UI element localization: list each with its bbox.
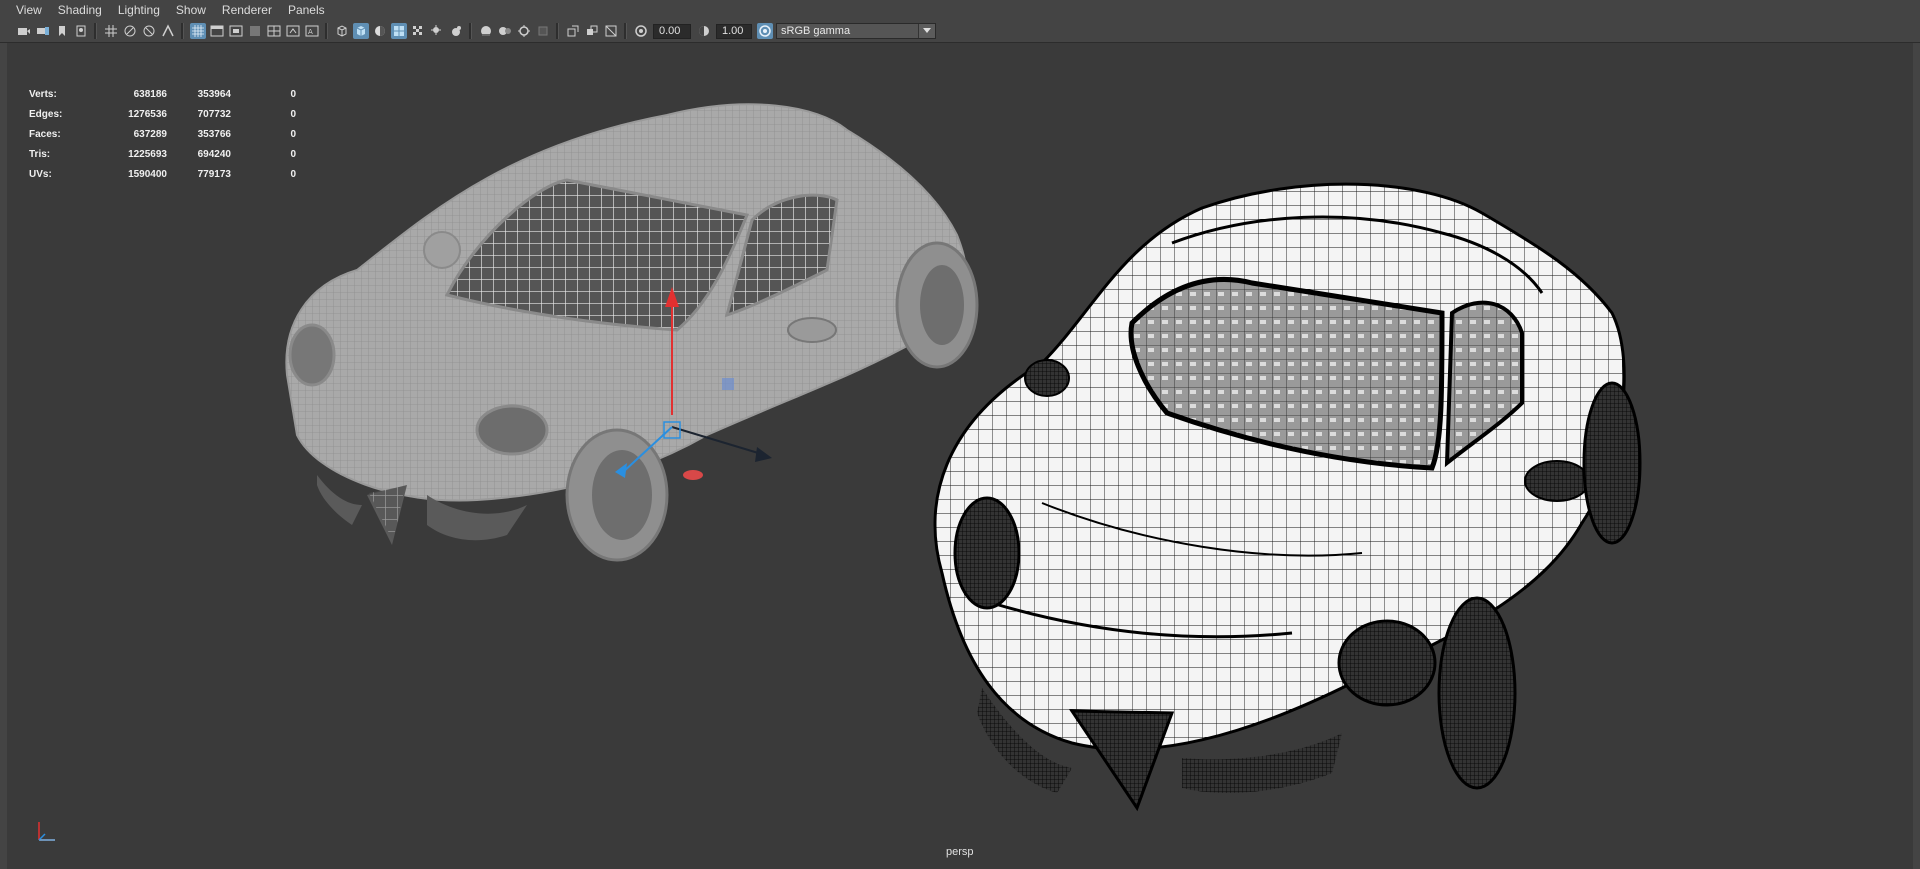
hud-row: Faces: 637289 353766 0 [29,124,296,144]
hud-row: Verts: 638186 353964 0 [29,84,296,104]
hud-value-scene: 638186 [133,88,167,100]
wireframe-icon[interactable] [334,23,350,39]
field-chart-2-icon[interactable] [266,23,282,39]
screen-space-ao-icon[interactable] [448,23,464,39]
textured-icon[interactable] [390,23,407,39]
image-plane-icon[interactable] [73,23,89,39]
chevron-down-icon [918,24,935,38]
menu-shading[interactable]: Shading [50,0,110,20]
toolbar-separator [181,23,184,39]
anti-aliasing-icon[interactable] [497,23,513,39]
menu-view[interactable]: View [0,0,50,20]
exposure-icon[interactable] [633,23,649,39]
use-lights-icon[interactable] [410,23,426,39]
hud-value-scene: 1276536 [128,108,167,120]
toolbar-separator [624,23,627,39]
hud-label: Edges: [29,108,63,120]
view-axis-icon [38,822,55,841]
resolution-gate-icon[interactable] [141,23,157,39]
camera-attributes-icon[interactable] [35,23,51,39]
car-model-right[interactable] [922,163,1652,818]
wireframe-on-shaded-icon[interactable] [372,23,388,39]
smooth-shade-icon[interactable] [352,23,369,39]
safe-title-icon[interactable] [228,23,244,39]
xray-active-icon[interactable] [584,23,600,39]
film-gate-icon[interactable] [122,23,138,39]
gamma-field[interactable]: 1.00 [716,23,752,39]
camera-name-label: persp [946,846,974,858]
safe-title-2-icon[interactable] [285,23,301,39]
hud-value-selected: 0 [290,88,296,100]
svg-text:A: A [308,28,313,36]
shadows-icon[interactable] [429,23,445,39]
hud-value-selected: 0 [290,148,296,160]
exposure-field[interactable]: 0.00 [653,23,691,39]
toolbar-separator [469,23,472,39]
gate-mask-shade-icon[interactable] [247,23,263,39]
safe-action-2-icon[interactable]: A [304,23,320,39]
menu-show[interactable]: Show [168,0,214,20]
color-management-icon[interactable] [756,23,773,39]
isolate-select-icon[interactable] [535,23,551,39]
viewport-menu-bar: View Shading Lighting Show Renderer Pane… [0,0,1920,20]
hud-label: Verts: [29,88,57,100]
safe-action-icon[interactable] [209,23,225,39]
hud-value-visible: 353766 [197,128,231,140]
depth-of-field-icon[interactable] [516,23,532,39]
menu-renderer[interactable]: Renderer [214,0,280,20]
hud-label: Faces: [29,128,61,140]
hud-value-selected: 0 [290,108,296,120]
hud-value-visible: 694240 [197,148,231,160]
toolbar-separator [94,23,97,39]
color-space-dropdown[interactable]: sRGB gamma [776,23,936,39]
gate-mask-icon[interactable] [160,23,176,39]
motion-blur-icon[interactable] [478,23,494,39]
xray-joints-icon[interactable] [603,23,619,39]
hud-row: UVs: 1590400 779173 0 [29,164,296,184]
gamma-icon[interactable] [696,23,712,39]
hud-row: Tris: 1225693 694240 0 [29,144,296,164]
hud-value-scene: 1225693 [128,148,167,160]
hud-value-visible: 779173 [197,168,231,180]
menu-panels[interactable]: Panels [280,0,333,20]
field-chart-icon[interactable] [189,23,206,39]
hud-value-selected: 0 [290,128,296,140]
hud-value-selected: 0 [290,168,296,180]
hud-value-visible: 353964 [197,88,231,100]
panel-toolbar: A 0.00 1.00 sRGB gamma [0,20,1920,43]
toolbar-separator [556,23,559,39]
camera-select-icon[interactable] [16,23,32,39]
toolbar-separator [325,23,328,39]
hud-row: Edges: 1276536 707732 0 [29,104,296,124]
xray-icon[interactable] [565,23,581,39]
grid-icon[interactable] [103,23,119,39]
poly-count-hud: Verts: 638186 353964 0 Edges: 1276536 70… [29,84,296,184]
hud-value-scene: 637289 [133,128,167,140]
hud-value-visible: 707732 [197,108,231,120]
perspective-viewport[interactable]: Verts: 638186 353964 0 Edges: 1276536 70… [0,43,1920,869]
color-space-value: sRGB gamma [781,25,851,37]
bookmark-icon[interactable] [54,23,70,39]
menu-lighting[interactable]: Lighting [110,0,168,20]
hud-label: Tris: [29,148,51,160]
hud-value-scene: 1590400 [128,168,167,180]
hud-label: UVs: [29,168,52,180]
